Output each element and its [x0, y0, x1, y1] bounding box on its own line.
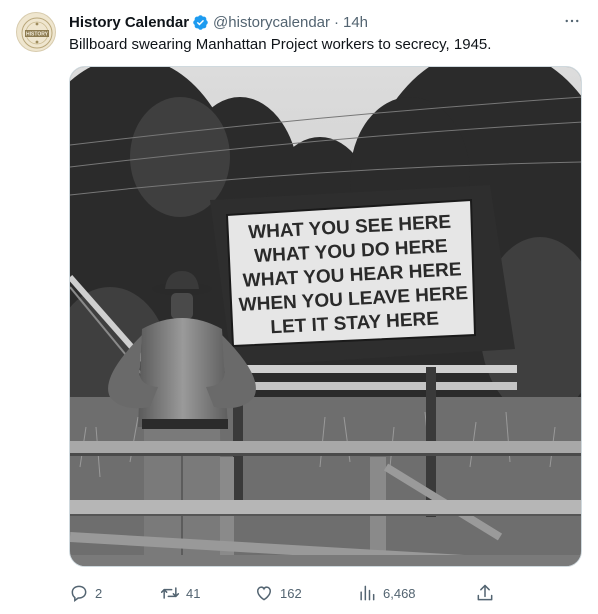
more-icon[interactable]	[560, 9, 584, 33]
tweet-text: Billboard swearing Manhattan Project wor…	[69, 36, 492, 53]
views-count: 6,468	[383, 585, 416, 601]
separator-dot: ·	[334, 13, 339, 31]
reply-icon	[69, 583, 89, 603]
like-button[interactable]: 162	[254, 580, 302, 606]
retweet-button[interactable]: 41	[160, 580, 200, 606]
avatar[interactable]: HISTORY	[16, 12, 56, 52]
tweet-header: History Calendar @historycalendar · 14h	[69, 12, 582, 32]
reply-count: 2	[95, 585, 103, 601]
action-bar: 2 41 162 6,468	[69, 580, 582, 606]
verified-badge-icon[interactable]	[192, 14, 209, 31]
retweet-count: 41	[186, 585, 201, 601]
views-button[interactable]: 6,468	[357, 580, 416, 606]
timestamp[interactable]: 14h	[343, 14, 368, 31]
avatar-logo-icon: HISTORY	[21, 17, 53, 49]
handle[interactable]: @historycalendar	[213, 14, 330, 31]
share-button[interactable]	[475, 580, 495, 606]
avatar-logo-text: HISTORY	[26, 32, 49, 38]
share-icon	[475, 583, 495, 603]
like-count: 162	[280, 585, 302, 601]
display-name[interactable]: History Calendar	[69, 14, 189, 31]
reply-button[interactable]: 2	[69, 580, 102, 606]
retweet-icon	[160, 583, 180, 603]
tweet-photo[interactable]: WHAT YOU SEE HERE WHAT YOU DO HERE WHAT …	[69, 66, 582, 567]
tweet[interactable]: HISTORY History Calendar @historycalenda…	[0, 0, 598, 614]
views-icon	[357, 583, 377, 603]
like-icon	[254, 583, 274, 603]
